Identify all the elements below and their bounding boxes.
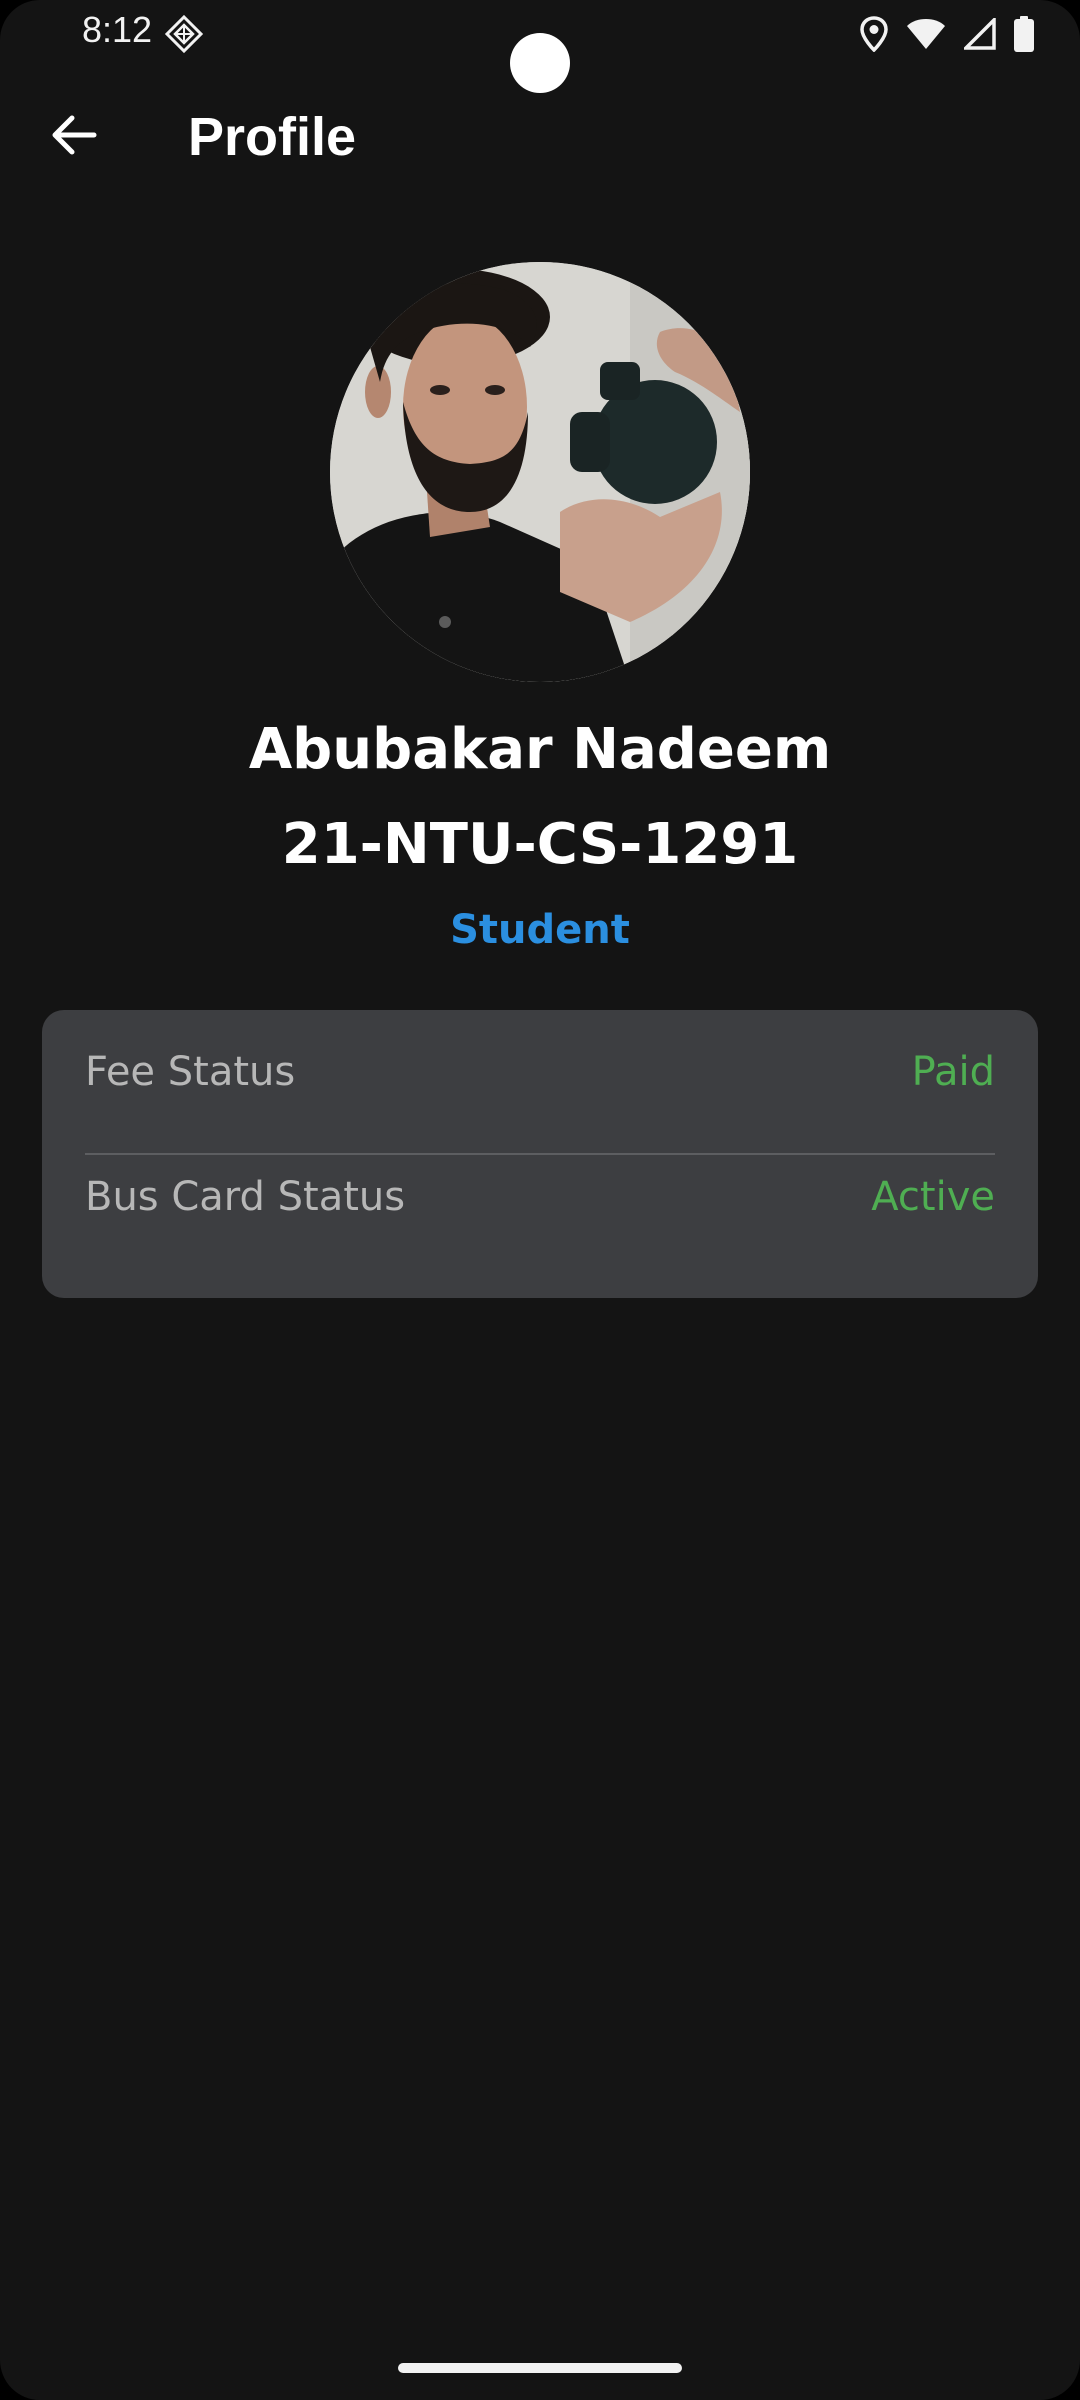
- avatar: [330, 262, 750, 682]
- diamond-pattern-icon: [164, 14, 204, 54]
- status-time: 8:12: [82, 9, 153, 50]
- profile-name: Abubakar Nadeem: [248, 717, 832, 782]
- app-bar: Profile: [0, 92, 1080, 182]
- camera-cutout: [510, 33, 570, 93]
- arrow-back-icon: [50, 113, 98, 162]
- status-card: Fee Status Paid Bus Card Status Active: [42, 1010, 1038, 1298]
- wifi-icon: [906, 18, 946, 50]
- profile-screen: 8:12 Profile Abubakar Nadeem 21-NTU-CS-1…: [0, 0, 1080, 2400]
- cellular-signal-icon: [964, 18, 996, 50]
- page-title: Profile: [188, 107, 357, 167]
- location-icon: [860, 16, 888, 52]
- fee-status-value: Paid: [911, 1049, 995, 1095]
- profile-id: 21-NTU-CS-1291: [281, 812, 799, 877]
- gesture-nav-handle[interactable]: [398, 2363, 682, 2373]
- back-button[interactable]: [38, 107, 110, 167]
- fee-status-label: Fee Status: [85, 1049, 296, 1095]
- bus-card-status-value: Active: [871, 1174, 995, 1220]
- battery-icon: [1014, 16, 1034, 52]
- status-icons: [860, 14, 1034, 54]
- profile-role: Student: [450, 907, 630, 953]
- fee-status-row: Fee Status Paid: [85, 1010, 995, 1134]
- bus-card-status-row: Bus Card Status Active: [85, 1135, 995, 1259]
- bus-card-status-label: Bus Card Status: [85, 1174, 406, 1220]
- status-bar: 8:12: [0, 0, 1080, 93]
